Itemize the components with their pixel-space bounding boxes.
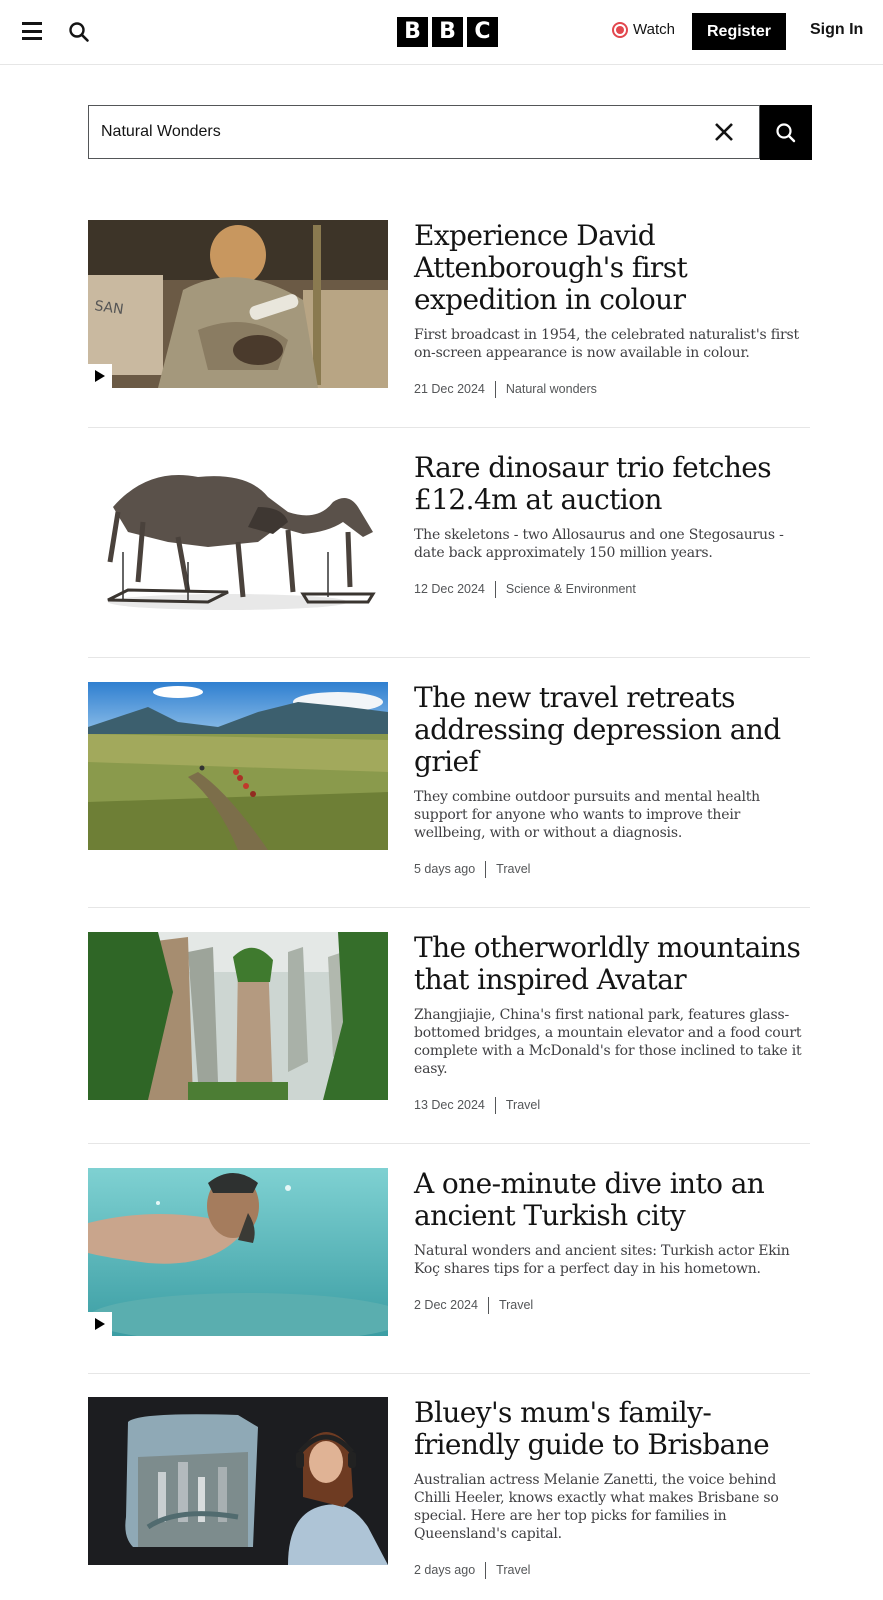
search-icon — [776, 122, 796, 142]
article-meta: 13 Dec 2024 Travel — [414, 1096, 810, 1114]
article-date: 13 Dec 2024 — [414, 1098, 485, 1112]
divider — [88, 1373, 810, 1374]
article-summary: Natural wonders and ancient sites: Turki… — [414, 1243, 790, 1277]
article-meta: 2 days ago Travel — [414, 1561, 810, 1579]
site-header: B B C Watch Register Sign In — [0, 0, 883, 65]
play-icon — [88, 364, 112, 388]
search-box — [88, 105, 760, 159]
bbc-logo[interactable]: B B C — [397, 17, 498, 47]
article-meta: 21 Dec 2024 Natural wonders — [414, 380, 810, 398]
sign-in-link[interactable]: Sign In — [810, 21, 863, 39]
article-section: Travel — [505, 1098, 541, 1112]
article-title[interactable]: The new travel retreats addressing depre… — [414, 682, 810, 778]
article-section: Travel — [496, 1563, 531, 1577]
search-input[interactable] — [89, 106, 699, 158]
article-thumbnail — [88, 682, 388, 850]
meta-divider — [494, 380, 496, 398]
article-title[interactable]: Experience David Attenborough's first ex… — [414, 220, 810, 316]
article-title[interactable]: A one-minute dive into an ancient Turkis… — [414, 1168, 810, 1232]
article-meta: 12 Dec 2024 Science & Environment — [414, 580, 810, 598]
register-button[interactable]: Register — [692, 13, 786, 50]
article-title[interactable]: Rare dinosaur trio fetches £12.4m at auc… — [414, 452, 810, 516]
article-section: Travel — [496, 862, 531, 876]
article-title[interactable]: The otherworldly mountains that inspired… — [414, 932, 810, 996]
article-thumbnail: SAN — [88, 220, 388, 388]
divider — [88, 1143, 810, 1144]
article-section: Travel — [498, 1298, 534, 1312]
article-summary: They combine outdoor pursuits and mental… — [414, 789, 761, 841]
article-meta: 2 Dec 2024 Travel — [414, 1296, 810, 1314]
article-summary: Australian actress Melanie Zanetti, the … — [414, 1472, 779, 1542]
article-thumbnail — [88, 1168, 388, 1336]
search-submit-button[interactable] — [760, 105, 812, 160]
logo-letter: B — [432, 17, 463, 47]
article-date: 21 Dec 2024 — [414, 382, 485, 396]
article-thumbnail — [88, 452, 388, 620]
article-meta: 5 days ago Travel — [414, 860, 810, 878]
meta-divider — [485, 860, 487, 878]
menu-icon[interactable] — [22, 22, 42, 40]
article-date: 12 Dec 2024 — [414, 582, 485, 596]
play-icon — [88, 1312, 112, 1336]
watch-label: Watch — [633, 21, 675, 38]
article-summary: Zhangjiajie, China's first national park… — [414, 1007, 802, 1077]
meta-divider — [494, 1096, 496, 1114]
logo-letter: C — [467, 17, 498, 47]
divider — [88, 427, 810, 428]
meta-divider — [485, 1561, 487, 1579]
article-thumbnail — [88, 1397, 388, 1565]
search-icon[interactable] — [68, 21, 90, 43]
article-date: 5 days ago — [414, 862, 476, 876]
article-summary: First broadcast in 1954, the celebrated … — [414, 327, 799, 361]
meta-divider — [494, 580, 496, 598]
live-icon — [612, 21, 628, 38]
divider — [88, 907, 810, 908]
article-thumbnail — [88, 932, 388, 1100]
article-title[interactable]: Bluey's mum's family-friendly guide to B… — [414, 1397, 810, 1461]
article-summary: The skeletons - two Allosaurus and one S… — [414, 527, 784, 561]
divider — [88, 657, 810, 658]
watch-link[interactable]: Watch — [612, 21, 675, 38]
clear-search-icon[interactable] — [711, 119, 737, 145]
meta-divider — [487, 1296, 489, 1314]
article-section: Natural wonders — [505, 382, 597, 396]
logo-letter: B — [397, 17, 428, 47]
article-date: 2 days ago — [414, 1563, 476, 1577]
article-section: Science & Environment — [505, 582, 636, 596]
article-date: 2 Dec 2024 — [414, 1298, 478, 1312]
